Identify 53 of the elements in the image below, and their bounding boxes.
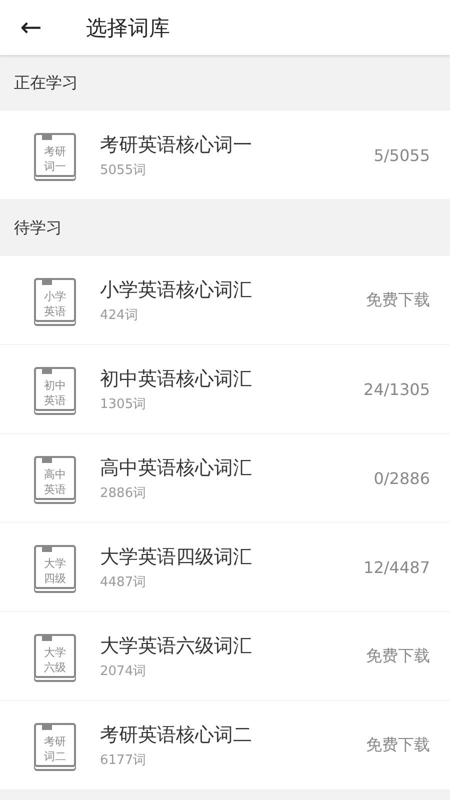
cover-label: 四级 xyxy=(44,571,66,586)
wordbook-item[interactable]: 高中 英语 高中英语核心词汇 2886词 0/2886 xyxy=(0,434,450,522)
wordbook-item[interactable]: 初中 英语 初中英语核心词汇 1305词 24/1305 xyxy=(0,345,450,433)
cover-label: 小学 xyxy=(44,289,66,304)
progress-status: 5/5055 xyxy=(374,146,430,164)
cover-label: 考研 xyxy=(44,734,66,749)
cover-label: 大学 xyxy=(44,556,66,571)
progress-status: 0/2886 xyxy=(374,468,430,488)
wordbook-item[interactable]: 考研 词二 考研英语核心词二 6177词 免费下载 xyxy=(0,701,450,789)
progress-status: 免费下载 xyxy=(366,290,430,310)
bookmark-icon xyxy=(42,278,52,285)
wordbook-name: 小学英语核心词汇 xyxy=(100,278,253,302)
bookmark-icon xyxy=(42,456,52,463)
cover-label: 大学 xyxy=(44,645,66,660)
cover-label: 六级 xyxy=(44,660,66,675)
cover-label: 词一 xyxy=(44,159,66,174)
cover-label: 英语 xyxy=(44,482,66,497)
cover-label: 考研 xyxy=(44,144,66,159)
section-header: 正在学习 xyxy=(13,72,79,94)
wordbook-name: 初中英语核心词汇 xyxy=(100,366,253,392)
word-count: 1305词 xyxy=(100,396,148,412)
back-button[interactable]: ← xyxy=(16,14,46,40)
bookmark-icon xyxy=(42,723,52,730)
section-header: 待学习 xyxy=(13,216,63,238)
wordbook-item[interactable]: 考研 词一 考研英语核心词一 5055词 5/5055 xyxy=(0,111,450,199)
bookmark-icon xyxy=(42,367,52,374)
word-count: 2074词 xyxy=(100,662,148,680)
progress-status: 24/1305 xyxy=(364,380,430,398)
wordbook-name: 考研英语核心词二 xyxy=(100,722,253,748)
wordbook-name: 大学英语六级词汇 xyxy=(100,634,253,658)
bookmark-icon xyxy=(42,545,52,552)
word-count: 6177词 xyxy=(100,752,148,768)
word-count: 424词 xyxy=(100,306,139,324)
cover-label: 初中 xyxy=(44,378,66,393)
wordbook-name: 高中英语核心词汇 xyxy=(100,456,253,480)
wordbook-name: 考研英语核心词一 xyxy=(100,132,253,158)
cover-label: 词二 xyxy=(44,749,66,764)
word-count: 5055词 xyxy=(100,162,148,178)
word-count: 2886词 xyxy=(100,484,148,502)
wordbook-item[interactable]: 大学 六级 大学英语六级词汇 2074词 免费下载 xyxy=(0,612,450,700)
page-title: 选择词库 xyxy=(86,14,170,42)
wordbook-item[interactable]: 小学 英语 小学英语核心词汇 424词 免费下载 xyxy=(0,256,450,344)
cover-label: 英语 xyxy=(44,304,66,319)
word-count: 4487词 xyxy=(100,574,148,590)
wordbook-item[interactable]: 大学 四级 大学英语四级词汇 4487词 12/4487 xyxy=(0,523,450,611)
bookmark-icon xyxy=(42,634,52,641)
progress-status: 免费下载 xyxy=(366,646,430,666)
cover-label: 英语 xyxy=(44,393,66,408)
cover-label: 高中 xyxy=(44,467,66,482)
progress-status: 免费下载 xyxy=(366,734,430,756)
progress-status: 12/4487 xyxy=(364,558,430,576)
wordbook-name: 大学英语四级词汇 xyxy=(100,544,253,570)
bookmark-icon xyxy=(42,133,52,140)
